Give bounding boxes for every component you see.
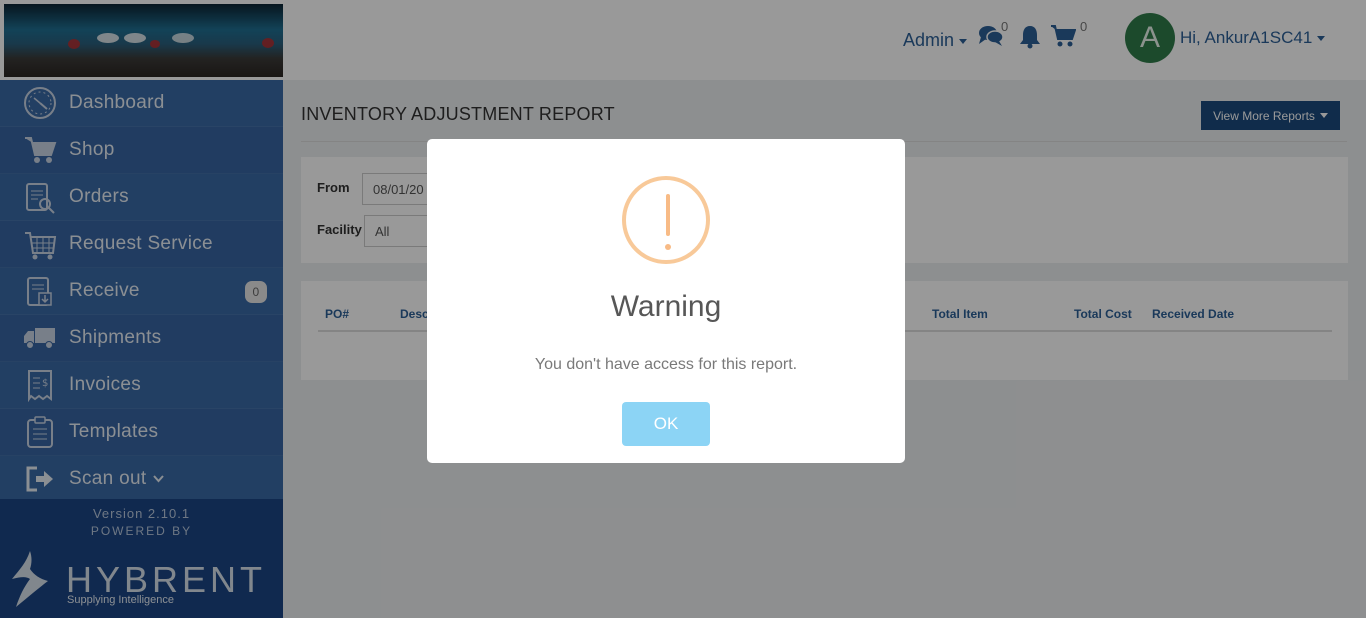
dialog-title: Warning <box>610 290 722 323</box>
warning-dialog: Warning You don't have access for this r… <box>427 139 905 463</box>
dialog-message: You don't have access for this report. <box>534 356 798 373</box>
warning-icon <box>622 176 710 264</box>
ok-button[interactable]: OK <box>622 402 710 446</box>
